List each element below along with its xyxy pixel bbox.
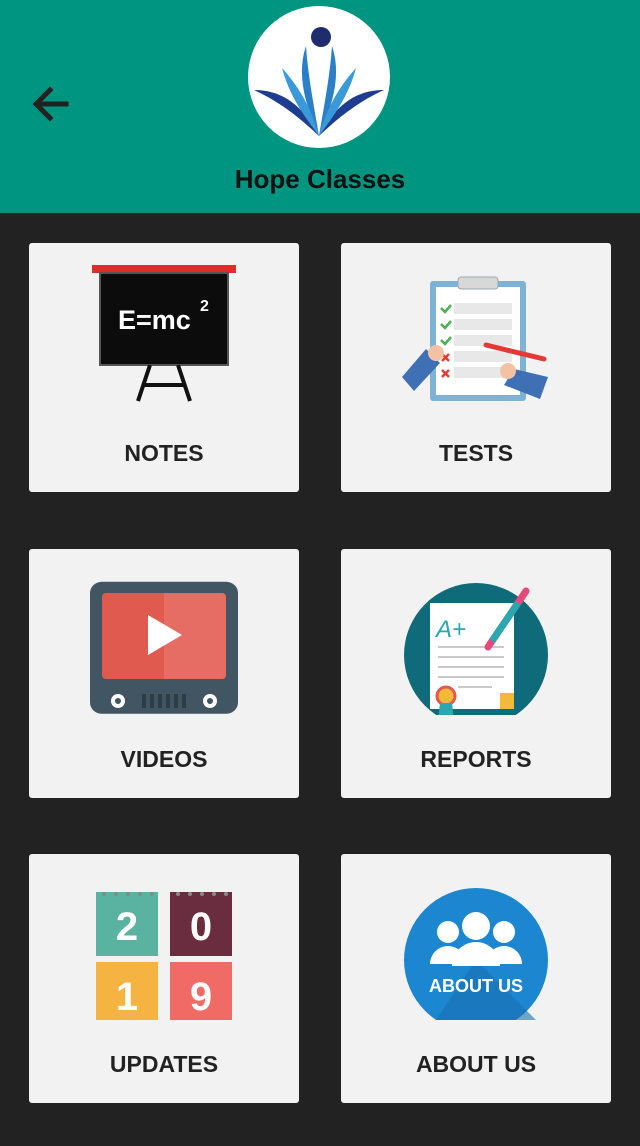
about-us-label: ABOUT US (415, 1051, 537, 1077)
grade-text: A+ (434, 616, 466, 643)
board-formula: E=mc (118, 305, 191, 335)
clipboard-test-icon (402, 276, 548, 401)
tv-play-icon (90, 581, 238, 714)
tests-card[interactable]: TESTS (341, 243, 611, 492)
blackboard-icon: E=mc 2 (92, 265, 236, 402)
about-us-badge-text: ABOUT US (429, 976, 523, 996)
app-header: Hope Classes (0, 0, 640, 213)
board-superscript: 2 (200, 298, 209, 315)
tests-label: TESTS (438, 440, 514, 466)
digit-1: 1 (116, 975, 138, 1019)
updates-label: UPDATES (109, 1051, 219, 1077)
videos-label: VIDEOS (120, 746, 208, 772)
notes-label: NOTES (124, 440, 204, 466)
updates-card[interactable]: 2 0 1 9 UPDATES (29, 854, 299, 1103)
digit-2: 2 (116, 905, 138, 949)
about-us-card[interactable]: ABOUT US ABOUT US (341, 854, 611, 1103)
report-card-icon: A+ (404, 583, 548, 715)
reports-card[interactable]: A+ REPORTS (341, 549, 611, 798)
digit-9: 9 (190, 975, 212, 1019)
app-title: Hope Classes (234, 164, 406, 194)
calendar-2019-icon: 2 0 1 9 (96, 892, 232, 1020)
arrow-left-icon[interactable] (28, 82, 76, 126)
digit-0: 0 (190, 905, 212, 949)
videos-card[interactable]: VIDEOS (29, 549, 299, 798)
notes-card[interactable]: E=mc 2 NOTES (29, 243, 299, 492)
about-us-icon: ABOUT US (404, 888, 548, 1020)
hope-classes-logo (248, 6, 390, 148)
reports-label: REPORTS (420, 746, 532, 772)
